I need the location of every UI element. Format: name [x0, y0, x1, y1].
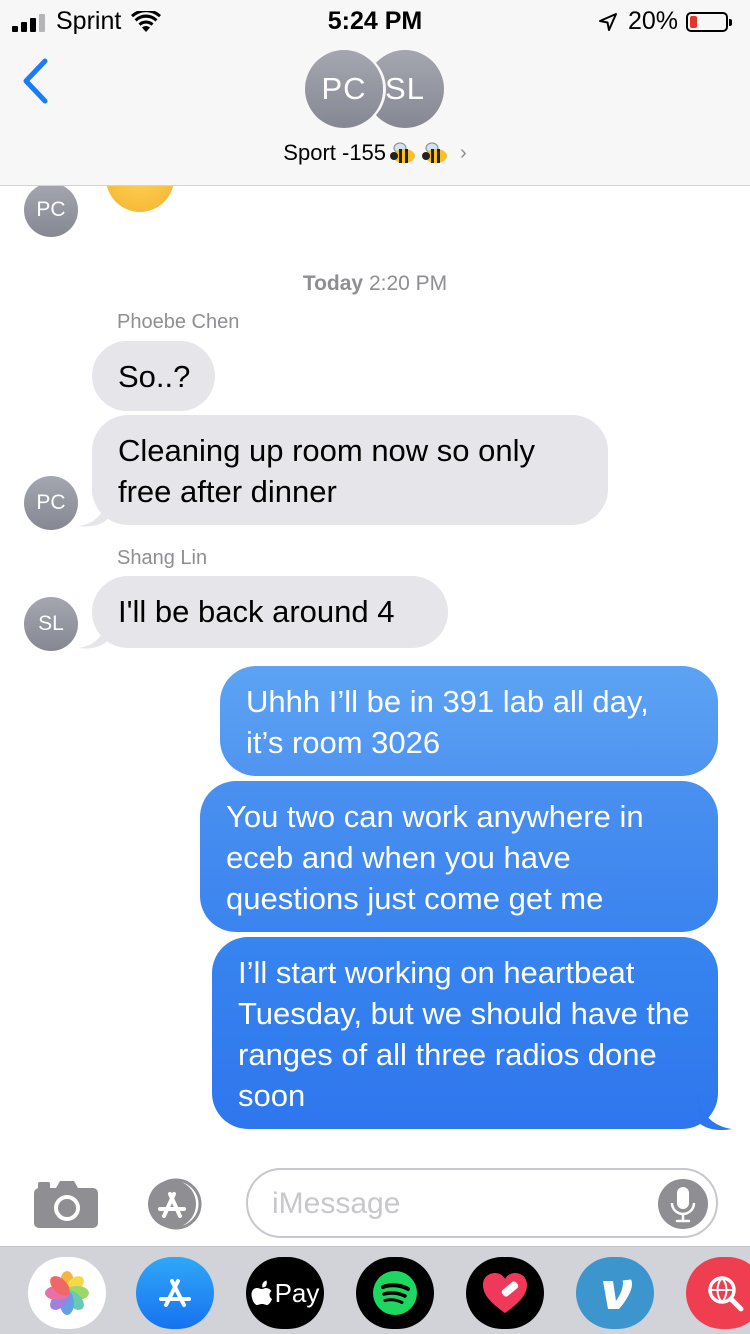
spotify-app-button[interactable] [356, 1257, 434, 1329]
apple-pay-app-button[interactable]: Pay [246, 1257, 324, 1329]
venmo-icon [603, 1279, 632, 1309]
bubble-tail [78, 492, 108, 527]
location-arrow-icon [598, 12, 617, 31]
compose-bar [0, 1160, 750, 1246]
apps-button[interactable] [140, 1176, 212, 1232]
message-thread[interactable]: PC Today 2:20 PM Phoebe Chen So..? Clean… [0, 186, 750, 1160]
heart-sticker-app-button[interactable] [466, 1257, 544, 1329]
heart-sticker-icon [483, 1273, 527, 1313]
avatar-sl[interactable]: SL [24, 597, 78, 651]
app-store-icon [148, 1178, 202, 1230]
emoji-partial [106, 186, 174, 212]
group-name-button[interactable]: Sport -155 › [0, 140, 750, 166]
incoming-message[interactable]: I'll be back around 4 [92, 576, 448, 648]
camera-button[interactable] [32, 1178, 100, 1230]
web-search-app-button[interactable] [686, 1257, 750, 1329]
dictation-button[interactable] [658, 1179, 708, 1229]
avatar-pc[interactable]: PC [24, 476, 78, 530]
web-search-icon [708, 1276, 744, 1312]
outgoing-message[interactable]: I’ll start working on heartbeat Tuesday,… [212, 937, 718, 1129]
imessage-app-drawer: Pay [0, 1246, 750, 1334]
photos-app-button[interactable] [28, 1257, 106, 1329]
details-chevron-icon: › [460, 141, 467, 164]
camera-icon [34, 1181, 98, 1228]
bubble-tail [78, 614, 108, 649]
chevron-left-icon [23, 58, 48, 104]
status-right: 20% [598, 7, 732, 36]
microphone-icon [670, 1187, 696, 1223]
incoming-message[interactable]: So..? [92, 341, 215, 411]
battery-icon [686, 11, 732, 32]
sender-name: Phoebe Chen [117, 311, 240, 333]
sender-name: Shang Lin [117, 547, 208, 569]
photos-icon [45, 1271, 89, 1315]
back-button[interactable] [20, 58, 60, 106]
status-bar: Sprint 5:24 PM 20% [0, 0, 750, 40]
bee-icon [422, 142, 450, 164]
timestamp-day: Today [302, 272, 364, 295]
outgoing-message[interactable]: Uhhh I’ll be in 391 lab all day, it’s ro… [220, 666, 718, 776]
participant-avatar-pc[interactable]: PC [305, 50, 383, 128]
bubble-tail [698, 1092, 732, 1131]
apple-pay-label: Pay [274, 1277, 320, 1308]
message-input-field[interactable] [246, 1168, 718, 1238]
battery-percent: 20% [627, 7, 678, 35]
bee-icon [390, 142, 418, 164]
spotify-icon [373, 1271, 417, 1315]
timestamp: Today 2:20 PM [0, 272, 750, 296]
venmo-app-button[interactable] [576, 1257, 654, 1329]
app-store-app-button[interactable] [136, 1257, 214, 1329]
conversation-header: Sprint 5:24 PM 20% PC SL Sport -155 › [0, 0, 750, 186]
battery-cap [729, 18, 732, 26]
group-name: Sport -155 [283, 140, 387, 165]
battery-level [690, 15, 697, 28]
incoming-message[interactable]: Cleaning up room now so only free after … [92, 415, 608, 525]
outgoing-message[interactable]: You two can work anywhere in eceb and wh… [200, 781, 718, 932]
message-input[interactable] [272, 1182, 652, 1226]
apple-pay-icon [251, 1280, 272, 1305]
app-store-icon [159, 1279, 191, 1307]
timestamp-time: 2:20 PM [368, 272, 448, 295]
avatar-pc-top[interactable]: PC [24, 186, 78, 237]
